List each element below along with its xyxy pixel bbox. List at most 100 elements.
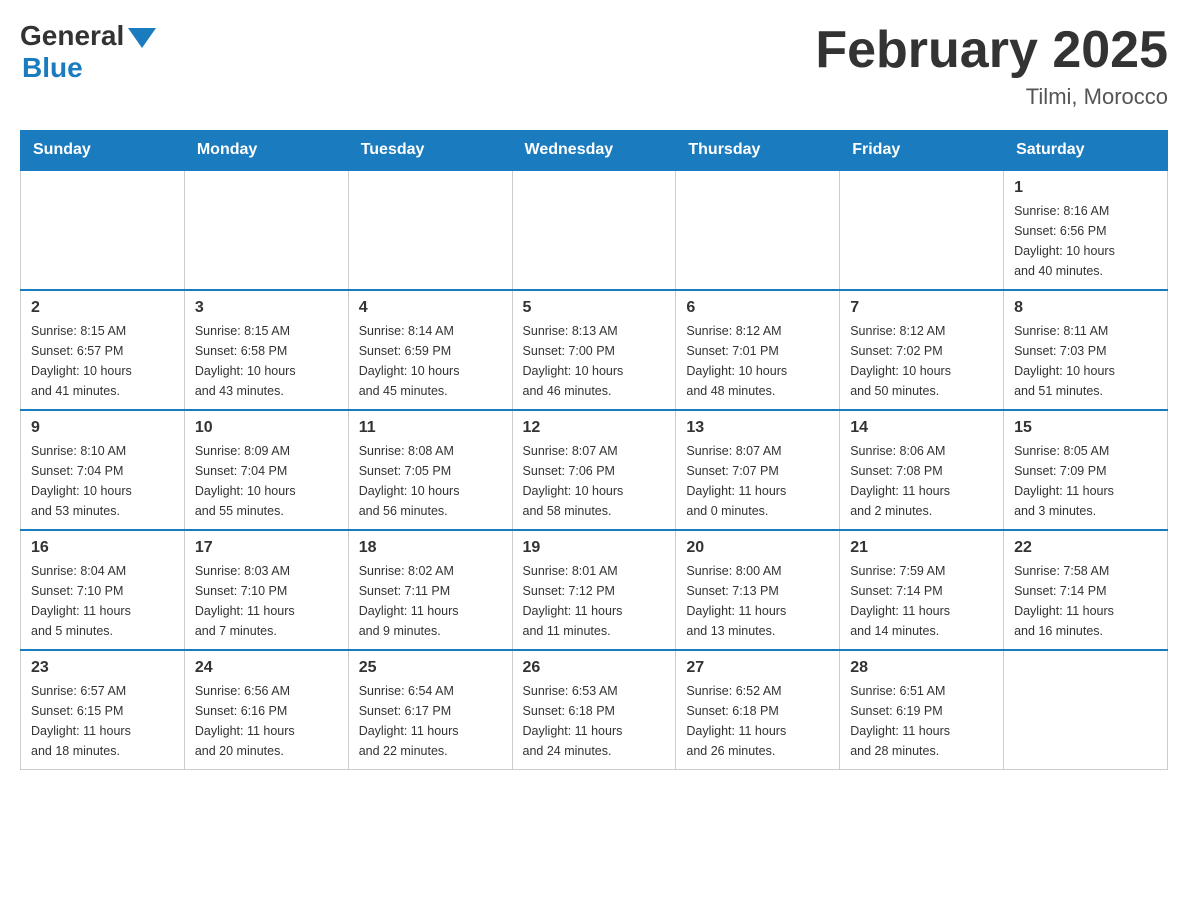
day-info: Sunrise: 8:12 AMSunset: 7:02 PMDaylight:… — [850, 321, 993, 401]
day-cell-w3-d7: 15Sunrise: 8:05 AMSunset: 7:09 PMDayligh… — [1004, 410, 1168, 530]
day-cell-w4-d4: 19Sunrise: 8:01 AMSunset: 7:12 PMDayligh… — [512, 530, 676, 650]
day-number: 7 — [850, 299, 993, 317]
week-row-1: 1 Sunrise: 8:16 AMSunset: 6:56 PMDaylight… — [21, 170, 1168, 290]
day-cell-w3-d1: 9 Sunrise: 8:10 AMSunset: 7:04 PMDaylight… — [21, 410, 185, 530]
header-row: Sunday Monday Tuesday Wednesday Thursday… — [21, 131, 1168, 171]
day-cell-w5-d5: 27 Sunrise: 6:52 AMSunset: 6:18 PMDayligh… — [676, 650, 840, 770]
day-cell-w4-d3: 18 Sunrise: 8:02 AMSunset: 7:11 PMDayligh… — [348, 530, 512, 650]
day-number: 11 — [359, 419, 502, 437]
day-cell-w2-d2: 3 Sunrise: 8:15 AMSunset: 6:58 PMDaylight… — [184, 290, 348, 410]
day-cell-w2-d6: 7 Sunrise: 8:12 AMSunset: 7:02 PMDaylight… — [840, 290, 1004, 410]
day-number: 17 — [195, 539, 338, 557]
day-cell-w4-d2: 17 Sunrise: 8:03 AMSunset: 7:10 PMDayligh… — [184, 530, 348, 650]
day-info: Sunrise: 8:04 AMSunset: 7:10 PMDaylight:… — [31, 561, 174, 641]
day-info: Sunrise: 8:07 AMSunset: 7:07 PMDaylight:… — [686, 441, 829, 521]
day-cell-w5-d6: 28 Sunrise: 6:51 AMSunset: 6:19 PMDayligh… — [840, 650, 1004, 770]
week-row-4: 16 Sunrise: 8:04 AMSunset: 7:10 PMDayligh… — [21, 530, 1168, 650]
page-header: General Blue February 2025 Tilmi, Morocc… — [20, 20, 1168, 110]
day-number: 24 — [195, 659, 338, 677]
day-info: Sunrise: 8:01 AMSunset: 7:12 PMDaylight:… — [523, 561, 666, 641]
day-cell-w5-d3: 25 Sunrise: 6:54 AMSunset: 6:17 PMDayligh… — [348, 650, 512, 770]
calendar-location: Tilmi, Morocco — [815, 84, 1168, 110]
day-cell-w2-d4: 5Sunrise: 8:13 AMSunset: 7:00 PMDaylight… — [512, 290, 676, 410]
day-number: 14 — [850, 419, 993, 437]
day-number: 22 — [1014, 539, 1157, 557]
day-info: Sunrise: 8:02 AMSunset: 7:11 PMDaylight:… — [359, 561, 502, 641]
logo: General Blue — [20, 20, 156, 84]
header-thursday: Thursday — [676, 131, 840, 171]
day-number: 16 — [31, 539, 174, 557]
day-cell-w4-d5: 20 Sunrise: 8:00 AMSunset: 7:13 PMDayligh… — [676, 530, 840, 650]
day-info: Sunrise: 8:12 AMSunset: 7:01 PMDaylight:… — [686, 321, 829, 401]
day-number: 13 — [686, 419, 829, 437]
title-section: February 2025 Tilmi, Morocco — [815, 20, 1168, 110]
calendar-table: Sunday Monday Tuesday Wednesday Thursday… — [20, 130, 1168, 770]
calendar-title: February 2025 — [815, 20, 1168, 80]
day-info: Sunrise: 8:03 AMSunset: 7:10 PMDaylight:… — [195, 561, 338, 641]
day-number: 4 — [359, 299, 502, 317]
day-cell-w3-d2: 10 Sunrise: 8:09 AMSunset: 7:04 PMDayligh… — [184, 410, 348, 530]
day-number: 6 — [686, 299, 829, 317]
day-cell-w1-d5 — [676, 170, 840, 290]
day-cell-w3-d6: 14 Sunrise: 8:06 AMSunset: 7:08 PMDayligh… — [840, 410, 1004, 530]
day-info: Sunrise: 7:58 AMSunset: 7:14 PMDaylight:… — [1014, 561, 1157, 641]
header-friday: Friday — [840, 131, 1004, 171]
day-number: 3 — [195, 299, 338, 317]
day-info: Sunrise: 6:54 AMSunset: 6:17 PMDaylight:… — [359, 681, 502, 761]
day-cell-w1-d6 — [840, 170, 1004, 290]
day-number: 26 — [523, 659, 666, 677]
header-tuesday: Tuesday — [348, 131, 512, 171]
day-info: Sunrise: 8:06 AMSunset: 7:08 PMDaylight:… — [850, 441, 993, 521]
day-cell-w4-d7: 22 Sunrise: 7:58 AMSunset: 7:14 PMDayligh… — [1004, 530, 1168, 650]
day-info: Sunrise: 6:57 AMSunset: 6:15 PMDaylight:… — [31, 681, 174, 761]
day-info: Sunrise: 8:00 AMSunset: 7:13 PMDaylight:… — [686, 561, 829, 641]
day-cell-w5-d1: 23 Sunrise: 6:57 AMSunset: 6:15 PMDayligh… — [21, 650, 185, 770]
day-cell-w3-d3: 11Sunrise: 8:08 AMSunset: 7:05 PMDayligh… — [348, 410, 512, 530]
day-info: Sunrise: 8:15 AMSunset: 6:58 PMDaylight:… — [195, 321, 338, 401]
day-number: 1 — [1014, 179, 1157, 197]
day-number: 25 — [359, 659, 502, 677]
day-cell-w4-d6: 21Sunrise: 7:59 AMSunset: 7:14 PMDayligh… — [840, 530, 1004, 650]
day-number: 21 — [850, 539, 993, 557]
day-info: Sunrise: 6:53 AMSunset: 6:18 PMDaylight:… — [523, 681, 666, 761]
header-saturday: Saturday — [1004, 131, 1168, 171]
day-number: 8 — [1014, 299, 1157, 317]
week-row-5: 23 Sunrise: 6:57 AMSunset: 6:15 PMDayligh… — [21, 650, 1168, 770]
day-info: Sunrise: 8:16 AMSunset: 6:56 PMDaylight:… — [1014, 201, 1157, 281]
day-number: 10 — [195, 419, 338, 437]
day-info: Sunrise: 6:51 AMSunset: 6:19 PMDaylight:… — [850, 681, 993, 761]
day-cell-w5-d2: 24Sunrise: 6:56 AMSunset: 6:16 PMDayligh… — [184, 650, 348, 770]
logo-arrow-icon — [128, 28, 156, 48]
day-cell-w2-d3: 4 Sunrise: 8:14 AMSunset: 6:59 PMDaylight… — [348, 290, 512, 410]
day-number: 5 — [523, 299, 666, 317]
day-cell-w3-d4: 12 Sunrise: 8:07 AMSunset: 7:06 PMDayligh… — [512, 410, 676, 530]
day-cell-w2-d7: 8 Sunrise: 8:11 AMSunset: 7:03 PMDaylight… — [1004, 290, 1168, 410]
day-cell-w5-d7 — [1004, 650, 1168, 770]
day-info: Sunrise: 8:10 AMSunset: 7:04 PMDaylight:… — [31, 441, 174, 521]
week-row-2: 2Sunrise: 8:15 AMSunset: 6:57 PMDaylight… — [21, 290, 1168, 410]
day-cell-w4-d1: 16 Sunrise: 8:04 AMSunset: 7:10 PMDayligh… — [21, 530, 185, 650]
day-number: 20 — [686, 539, 829, 557]
day-number: 9 — [31, 419, 174, 437]
day-number: 28 — [850, 659, 993, 677]
day-info: Sunrise: 8:14 AMSunset: 6:59 PMDaylight:… — [359, 321, 502, 401]
day-number: 23 — [31, 659, 174, 677]
header-monday: Monday — [184, 131, 348, 171]
header-wednesday: Wednesday — [512, 131, 676, 171]
day-cell-w1-d1 — [21, 170, 185, 290]
day-cell-w1-d3 — [348, 170, 512, 290]
day-info: Sunrise: 8:15 AMSunset: 6:57 PMDaylight:… — [31, 321, 174, 401]
day-cell-w1-d7: 1 Sunrise: 8:16 AMSunset: 6:56 PMDaylight… — [1004, 170, 1168, 290]
day-number: 27 — [686, 659, 829, 677]
day-number: 12 — [523, 419, 666, 437]
day-number: 18 — [359, 539, 502, 557]
day-info: Sunrise: 6:52 AMSunset: 6:18 PMDaylight:… — [686, 681, 829, 761]
logo-general-text: General — [20, 20, 124, 52]
day-cell-w2-d5: 6 Sunrise: 8:12 AMSunset: 7:01 PMDaylight… — [676, 290, 840, 410]
day-info: Sunrise: 8:09 AMSunset: 7:04 PMDaylight:… — [195, 441, 338, 521]
day-info: Sunrise: 8:07 AMSunset: 7:06 PMDaylight:… — [523, 441, 666, 521]
logo-blue-text: Blue — [22, 52, 83, 84]
day-info: Sunrise: 8:11 AMSunset: 7:03 PMDaylight:… — [1014, 321, 1157, 401]
day-cell-w1-d2 — [184, 170, 348, 290]
week-row-3: 9 Sunrise: 8:10 AMSunset: 7:04 PMDaylight… — [21, 410, 1168, 530]
